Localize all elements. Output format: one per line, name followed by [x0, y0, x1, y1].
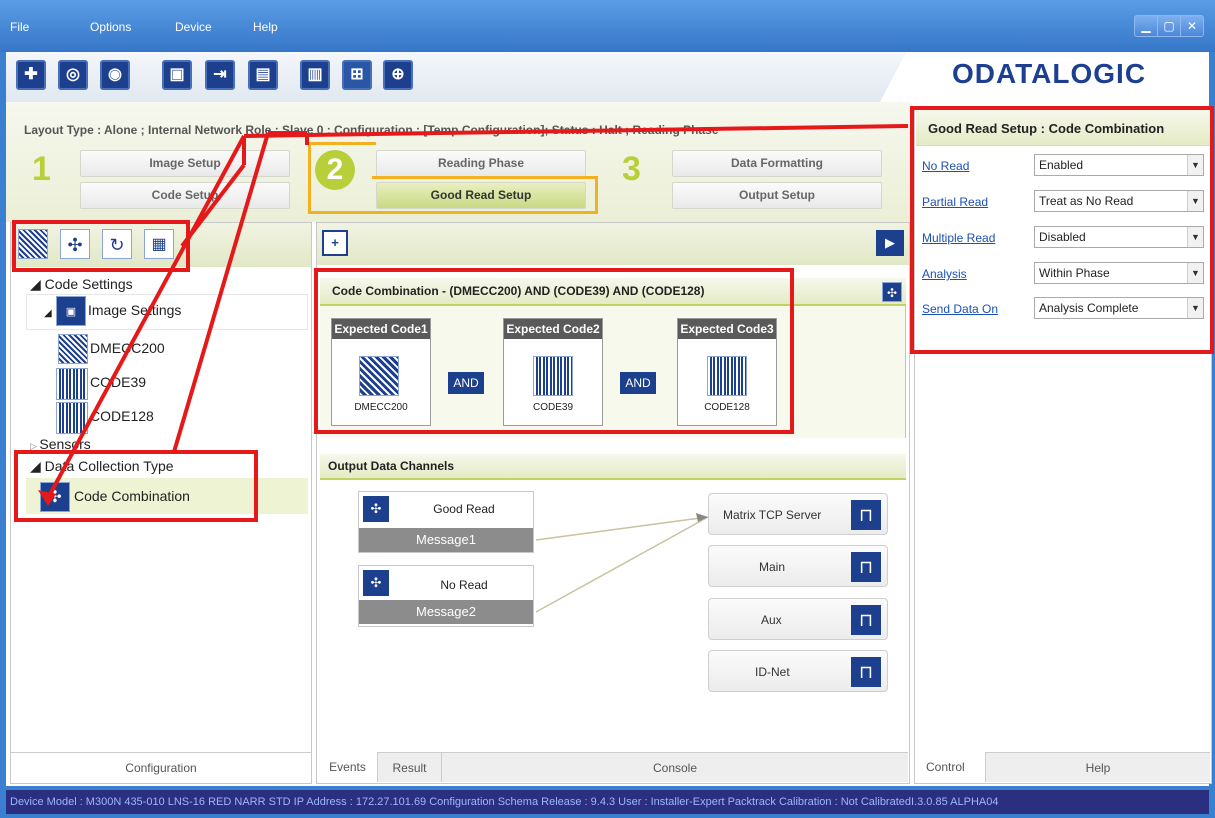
annotation-arrows	[38, 124, 909, 506]
annotation-arrow	[243, 124, 909, 138]
status-bar: Device Model : M300N 435-010 LNS-16 RED …	[6, 790, 1209, 814]
